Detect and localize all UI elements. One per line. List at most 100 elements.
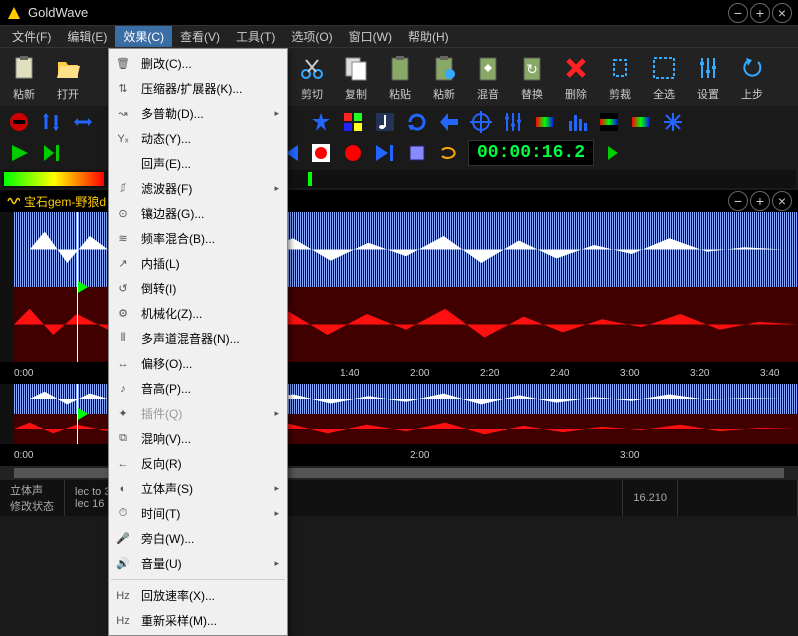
delete-button[interactable]: 删除 bbox=[554, 50, 598, 104]
menu-reverb[interactable]: ⧉混响(V)... bbox=[109, 426, 287, 451]
menu-volume[interactable]: 🔊音量(U)▸ bbox=[109, 551, 287, 576]
menu-reverse[interactable]: ←反向(R) bbox=[109, 451, 287, 476]
invert-icon: ↺ bbox=[113, 281, 133, 297]
titlebar: GoldWave − + × bbox=[0, 0, 798, 26]
trim-icon bbox=[604, 52, 636, 84]
mix-button[interactable]: 混音 bbox=[466, 50, 510, 104]
close-button[interactable]: × bbox=[772, 3, 792, 23]
trim-button[interactable]: 剪裁 bbox=[598, 50, 642, 104]
color-grid-icon[interactable] bbox=[340, 109, 366, 135]
paste-new2-button[interactable]: 粘新 bbox=[422, 50, 466, 104]
menu-echo[interactable]: �὞回声(E)... bbox=[109, 151, 287, 176]
select-all-button[interactable]: 全选 bbox=[642, 50, 686, 104]
app-title: GoldWave bbox=[28, 5, 728, 20]
menu-delete[interactable]: 🗑删改(C)... bbox=[109, 51, 287, 76]
menu-compressor[interactable]: ⇅压缩器/扩展器(K)... bbox=[109, 76, 287, 101]
menubar: 文件(F) 编辑(E) 效果(C) 查看(V) 工具(T) 选项(O) 窗口(W… bbox=[0, 26, 798, 48]
paste-new-button[interactable]: 粘新 bbox=[2, 50, 46, 104]
burst-icon[interactable] bbox=[660, 109, 686, 135]
marker-button[interactable] bbox=[404, 140, 430, 166]
menu-resample[interactable]: Hz重新采样(M)... bbox=[109, 608, 287, 633]
time-display: 00:00:16.2 bbox=[468, 140, 594, 166]
menu-invert[interactable]: ↺倒转(I) bbox=[109, 276, 287, 301]
menu-flanger[interactable]: ⊙镶边器(G)... bbox=[109, 201, 287, 226]
forward-button[interactable] bbox=[372, 140, 398, 166]
rainbow2-icon[interactable] bbox=[628, 109, 654, 135]
record-button[interactable] bbox=[308, 140, 334, 166]
menu-tool[interactable]: 工具(T) bbox=[228, 26, 283, 47]
menu-time[interactable]: ⏱时间(T)▸ bbox=[109, 501, 287, 526]
no-entry-icon[interactable] bbox=[6, 109, 32, 135]
menu-effect[interactable]: 效果(C) bbox=[115, 26, 172, 47]
doc-maximize-button[interactable]: + bbox=[750, 191, 770, 211]
copy-icon bbox=[340, 52, 372, 84]
trash-icon: 🗑 bbox=[113, 56, 133, 72]
menu-playback-rate[interactable]: Hz回放速率(X)... bbox=[109, 583, 287, 608]
menu-multichannel[interactable]: ⫴多声道混音器(N)... bbox=[109, 326, 287, 351]
menu-freq-blend[interactable]: ≋频率混合(B)... bbox=[109, 226, 287, 251]
note-icon[interactable] bbox=[372, 109, 398, 135]
star-icon[interactable] bbox=[308, 109, 334, 135]
menu-interpolate[interactable]: ↗内插(L) bbox=[109, 251, 287, 276]
menu-offset[interactable]: ↔偏移(O)... bbox=[109, 351, 287, 376]
bars-icon[interactable] bbox=[564, 109, 590, 135]
volume-icon: 🔊 bbox=[113, 556, 133, 572]
freq-icon: ≋ bbox=[113, 231, 133, 247]
menu-window[interactable]: 窗口(W) bbox=[341, 26, 400, 47]
clock-icon: ⏱ bbox=[113, 506, 133, 522]
menu-file[interactable]: 文件(F) bbox=[4, 26, 59, 47]
menu-pitch[interactable]: ♪音高(P)... bbox=[109, 376, 287, 401]
play-button[interactable] bbox=[6, 140, 32, 166]
document-title: 宝石gem-野狼d bbox=[24, 193, 106, 210]
arrows-icon[interactable] bbox=[38, 109, 64, 135]
expand-icon[interactable] bbox=[70, 109, 96, 135]
select-all-icon bbox=[648, 52, 680, 84]
equalizer-icon[interactable] bbox=[500, 109, 526, 135]
rainbow-icon[interactable] bbox=[596, 109, 622, 135]
doc-close-button[interactable]: × bbox=[772, 191, 792, 211]
doc-minimize-button[interactable]: − bbox=[728, 191, 748, 211]
replace-button[interactable]: ↻替换 bbox=[510, 50, 554, 104]
clipboard-icon bbox=[384, 52, 416, 84]
filter-icon: ⎎ bbox=[113, 181, 133, 197]
arrow-left-icon[interactable] bbox=[436, 109, 462, 135]
minimize-button[interactable]: − bbox=[728, 3, 748, 23]
menu-dynamic[interactable]: Yₓ动态(Y)... bbox=[109, 126, 287, 151]
open-button[interactable]: 打开 bbox=[46, 50, 90, 104]
menu-doppler[interactable]: ↝多普勒(D)...▸ bbox=[109, 101, 287, 126]
spectrum-icon[interactable] bbox=[532, 109, 558, 135]
sliders-icon bbox=[692, 52, 724, 84]
menu-edit[interactable]: 编辑(E) bbox=[59, 26, 115, 47]
menu-voiceover[interactable]: 🎤旁白(W)... bbox=[109, 526, 287, 551]
loop-icon[interactable] bbox=[436, 140, 462, 166]
mic-icon: 🎤 bbox=[113, 531, 133, 547]
refresh-icon[interactable] bbox=[404, 109, 430, 135]
menu-option[interactable]: 选项(O) bbox=[283, 26, 340, 47]
status-stereo: 立体声 修改状态 bbox=[0, 480, 65, 516]
menu-filter[interactable]: ⎎滤波器(F)▸ bbox=[109, 176, 287, 201]
menu-mechanize[interactable]: ⚙机械化(Z)... bbox=[109, 301, 287, 326]
menu-view[interactable]: 查看(V) bbox=[172, 26, 228, 47]
settings-button[interactable]: 设置 bbox=[686, 50, 730, 104]
undo-button[interactable]: 上步 bbox=[730, 50, 774, 104]
play-section-button[interactable] bbox=[38, 140, 64, 166]
wave-doc-icon bbox=[6, 194, 20, 208]
status-empty bbox=[678, 480, 798, 516]
hz-icon: Hz bbox=[113, 588, 133, 604]
copy-button[interactable]: 复制 bbox=[334, 50, 378, 104]
delete-x-icon bbox=[560, 52, 592, 84]
maximize-button[interactable]: + bbox=[750, 3, 770, 23]
menu-help[interactable]: 帮助(H) bbox=[400, 26, 457, 47]
paste-button[interactable]: 粘贴 bbox=[378, 50, 422, 104]
cut-button[interactable]: 剪切 bbox=[290, 50, 334, 104]
mix-icon bbox=[472, 52, 504, 84]
target-icon[interactable] bbox=[468, 109, 494, 135]
multichannel-icon: ⫴ bbox=[113, 331, 133, 347]
svg-text:↻: ↻ bbox=[526, 61, 538, 77]
menu-stereo[interactable]: ◐立体声(S)▸ bbox=[109, 476, 287, 501]
record2-button[interactable] bbox=[340, 140, 366, 166]
offset-icon: ↔ bbox=[113, 356, 133, 372]
flanger-icon: ⊙ bbox=[113, 206, 133, 222]
app-logo-icon bbox=[6, 5, 22, 21]
dynamic-icon: Yₓ bbox=[113, 131, 133, 147]
